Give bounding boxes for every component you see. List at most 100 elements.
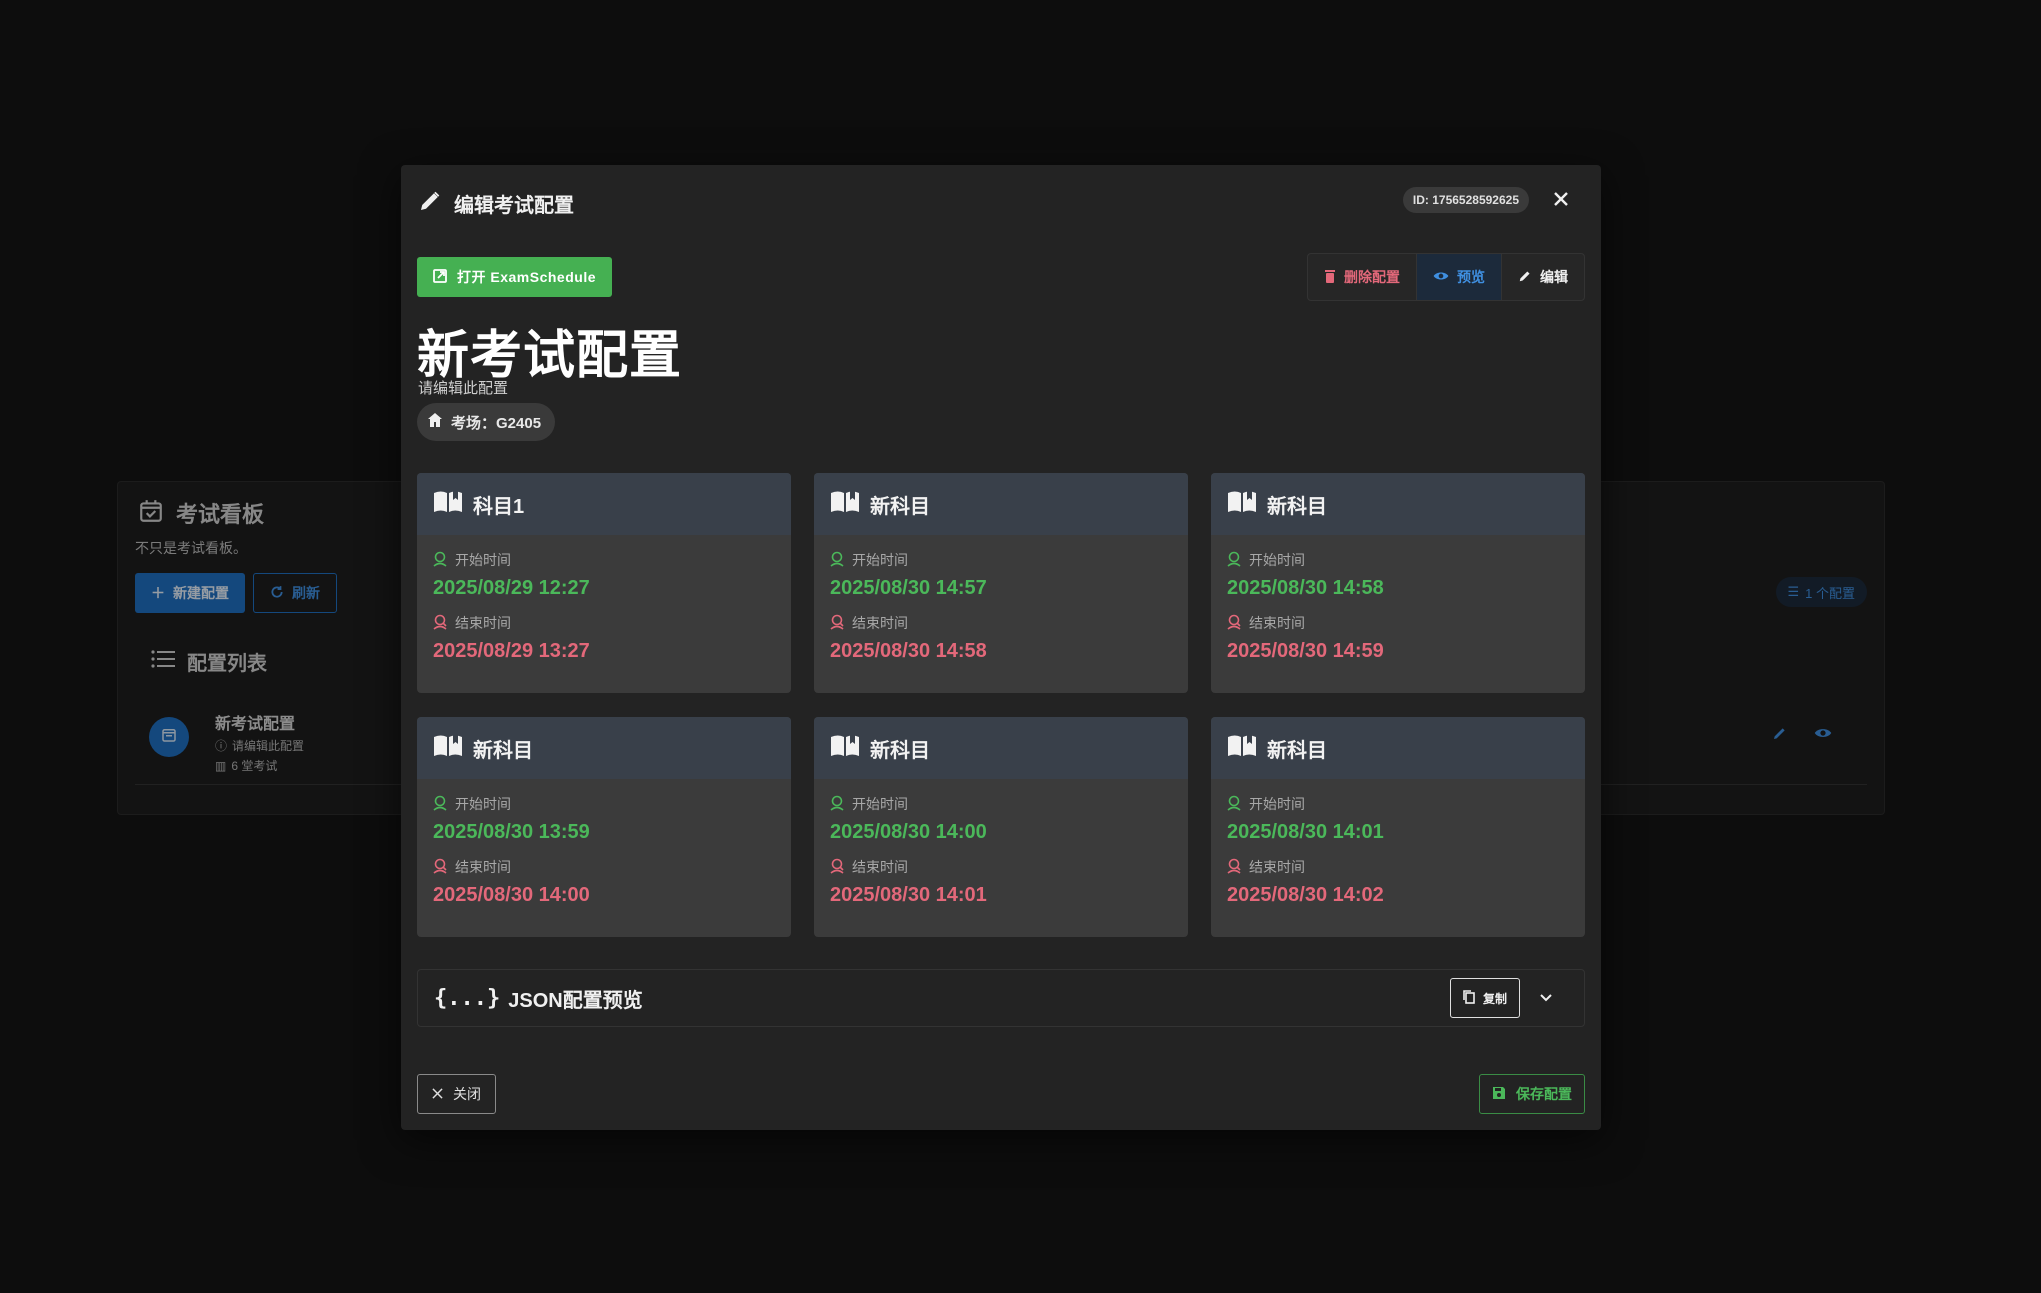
external-link-icon bbox=[433, 268, 447, 286]
close-button[interactable]: 关闭 bbox=[417, 1074, 496, 1114]
end-time-label: 结束时间 bbox=[1227, 612, 1569, 634]
preview-label: 预览 bbox=[1457, 269, 1485, 285]
end-label-text: 结束时间 bbox=[852, 615, 908, 631]
pencil-icon bbox=[1518, 269, 1532, 286]
exam-end-time: 2025/08/30 14:58 bbox=[830, 640, 987, 662]
end-label-text: 结束时间 bbox=[455, 615, 511, 631]
close-icon bbox=[432, 1086, 443, 1102]
user-clock-icon bbox=[1227, 551, 1241, 570]
exam-card: 新科目 开始时间 2025/08/30 14:57 结束时间 2025/08/3… bbox=[814, 473, 1188, 693]
end-time-label: 结束时间 bbox=[830, 856, 1172, 878]
end-time-label: 结束时间 bbox=[1227, 856, 1569, 878]
config-id-chip: ID: 1756528592625 bbox=[1402, 187, 1529, 213]
open-examschedule-button[interactable]: 打开 ExamSchedule bbox=[417, 257, 612, 297]
exam-card: 新科目 开始时间 2025/08/30 14:00 结束时间 2025/08/3… bbox=[814, 717, 1188, 937]
exam-end-time: 2025/08/30 14:02 bbox=[1227, 884, 1384, 906]
dialog-title: 编辑考试配置 bbox=[454, 195, 574, 217]
trash-icon bbox=[1324, 269, 1336, 286]
user-clock-icon bbox=[433, 858, 447, 877]
exam-card: 科目1 开始时间 2025/08/29 12:27 结束时间 2025/08/2… bbox=[417, 473, 791, 693]
exam-room-chip: 考场：G2405 bbox=[417, 403, 556, 441]
exam-card-header: 新科目 bbox=[814, 473, 1188, 535]
book-open-icon bbox=[433, 490, 463, 519]
user-clock-icon bbox=[433, 551, 447, 570]
home-icon bbox=[427, 412, 443, 432]
start-time-label: 开始时间 bbox=[1227, 549, 1569, 571]
end-time-label: 结束时间 bbox=[433, 612, 775, 634]
user-clock-icon bbox=[830, 795, 844, 814]
chevron-down-icon bbox=[1540, 989, 1552, 1007]
exam-room-text: 考场：G2405 bbox=[451, 414, 542, 432]
start-time-label: 开始时间 bbox=[830, 793, 1172, 815]
book-open-icon bbox=[830, 734, 860, 763]
start-time-label: 开始时间 bbox=[433, 793, 775, 815]
edit-label: 编辑 bbox=[1540, 269, 1568, 285]
start-label-text: 开始时间 bbox=[852, 796, 908, 812]
exam-card-header: 新科目 bbox=[1211, 473, 1585, 535]
exam-card-header: 新科目 bbox=[1211, 717, 1585, 779]
start-label-text: 开始时间 bbox=[1249, 552, 1305, 568]
save-icon bbox=[1492, 1086, 1506, 1103]
exam-name: 新科目 bbox=[1267, 495, 1327, 518]
code-braces-icon: {...} bbox=[434, 986, 501, 1011]
user-clock-icon bbox=[830, 858, 844, 877]
open-examschedule-label: 打开 ExamSchedule bbox=[457, 269, 596, 285]
edit-button[interactable]: 编辑 bbox=[1502, 254, 1584, 300]
start-label-text: 开始时间 bbox=[852, 552, 908, 568]
close-icon bbox=[1553, 191, 1569, 212]
exam-start-time: 2025/08/30 14:01 bbox=[1227, 821, 1384, 843]
end-label-text: 结束时间 bbox=[1249, 859, 1305, 875]
end-label-text: 结束时间 bbox=[852, 859, 908, 875]
delete-config-label: 删除配置 bbox=[1344, 269, 1400, 285]
book-open-icon bbox=[1227, 490, 1257, 519]
exam-card: 新科目 开始时间 2025/08/30 14:01 结束时间 2025/08/3… bbox=[1211, 717, 1585, 937]
save-config-button[interactable]: 保存配置 bbox=[1479, 1074, 1585, 1114]
exam-end-time: 2025/08/30 14:00 bbox=[433, 884, 590, 906]
copy-label: 复制 bbox=[1482, 991, 1507, 1006]
preview-button[interactable]: 预览 bbox=[1417, 254, 1502, 300]
end-label-text: 结束时间 bbox=[1249, 615, 1305, 631]
end-time-label: 结束时间 bbox=[433, 856, 775, 878]
copy-json-button[interactable]: 复制 bbox=[1449, 978, 1520, 1018]
exam-name: 新科目 bbox=[1267, 739, 1327, 762]
exam-start-time: 2025/08/29 12:27 bbox=[433, 577, 590, 599]
user-clock-icon bbox=[830, 551, 844, 570]
start-label-text: 开始时间 bbox=[455, 796, 511, 812]
exam-card-header: 新科目 bbox=[814, 717, 1188, 779]
exam-name: 科目1 bbox=[473, 495, 525, 518]
dialog-header: 编辑考试配置 bbox=[418, 189, 574, 218]
eye-icon bbox=[1433, 269, 1449, 285]
json-preview-panel[interactable]: {...} JSON配置预览 复制 bbox=[417, 969, 1585, 1027]
close-label: 关闭 bbox=[453, 1086, 481, 1102]
book-open-icon bbox=[1227, 734, 1257, 763]
close-dialog-button[interactable] bbox=[1547, 187, 1575, 215]
start-label-text: 开始时间 bbox=[455, 552, 511, 568]
view-mode-toggle: 删除配置 预览 编辑 bbox=[1307, 253, 1585, 301]
expand-json-button[interactable] bbox=[1536, 988, 1556, 1008]
start-time-label: 开始时间 bbox=[830, 549, 1172, 571]
user-clock-icon bbox=[433, 795, 447, 814]
json-preview-title: JSON配置预览 bbox=[508, 990, 643, 1012]
exam-end-time: 2025/08/30 14:01 bbox=[830, 884, 987, 906]
save-config-label: 保存配置 bbox=[1516, 1086, 1572, 1102]
edit-config-dialog: 编辑考试配置 ID: 1756528592625 打开 ExamSchedule… bbox=[401, 165, 1601, 1130]
book-open-icon bbox=[433, 734, 463, 763]
exam-end-time: 2025/08/30 14:59 bbox=[1227, 640, 1384, 662]
exam-start-time: 2025/08/30 14:57 bbox=[830, 577, 987, 599]
exam-card-header: 新科目 bbox=[417, 717, 791, 779]
exam-name: 新科目 bbox=[870, 495, 930, 518]
exam-name: 新科目 bbox=[473, 739, 533, 762]
end-label-text: 结束时间 bbox=[455, 859, 511, 875]
exam-start-time: 2025/08/30 13:59 bbox=[433, 821, 590, 843]
book-open-icon bbox=[830, 490, 860, 519]
exam-card-header: 科目1 bbox=[417, 473, 791, 535]
copy-icon bbox=[1463, 989, 1475, 1007]
start-label-text: 开始时间 bbox=[1249, 796, 1305, 812]
user-clock-icon bbox=[1227, 858, 1241, 877]
user-clock-icon bbox=[433, 614, 447, 633]
config-description: 请编辑此配置 bbox=[418, 380, 509, 397]
delete-config-button[interactable]: 删除配置 bbox=[1308, 254, 1417, 300]
exam-start-time: 2025/08/30 14:00 bbox=[830, 821, 987, 843]
start-time-label: 开始时间 bbox=[433, 549, 775, 571]
exam-card: 新科目 开始时间 2025/08/30 14:58 结束时间 2025/08/3… bbox=[1211, 473, 1585, 693]
